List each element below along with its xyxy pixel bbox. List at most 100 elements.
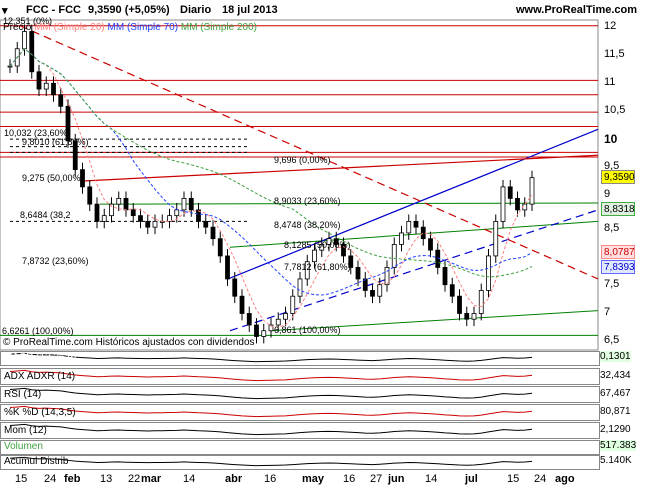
chart-window: ▾ FCC - FCC 9,3590 (+5,05%) Diario 18 ju… bbox=[0, 0, 650, 490]
macd-value: 0,1301 bbox=[600, 351, 631, 362]
candle-body bbox=[464, 313, 470, 320]
candle-body bbox=[515, 197, 520, 211]
x-tick: 16 bbox=[343, 473, 356, 485]
y-tick: 6,5 bbox=[604, 334, 620, 346]
candle-body bbox=[413, 221, 419, 228]
candle-body bbox=[312, 249, 317, 263]
x-tick: ago bbox=[555, 473, 575, 485]
candle-body bbox=[370, 290, 375, 297]
candle-body bbox=[290, 295, 296, 314]
adx-panel: ADX ADXR (14) bbox=[0, 368, 600, 385]
x-tick: jul bbox=[465, 473, 478, 485]
candle-body bbox=[283, 313, 288, 320]
candle-body bbox=[261, 330, 267, 337]
macd-panel: MACD (12,26,9) bbox=[0, 351, 600, 366]
candle-body bbox=[51, 82, 56, 96]
candle-body bbox=[116, 197, 122, 205]
candle-body bbox=[130, 209, 136, 217]
x-tick: 13 bbox=[100, 473, 113, 485]
stoch-panel: %K %D (14,3,5) bbox=[0, 404, 600, 421]
fibo-label: 7,7812 (61,80%) bbox=[284, 262, 351, 272]
x-tick: 14 bbox=[425, 473, 438, 485]
x-tick: may bbox=[302, 473, 325, 485]
candle-body bbox=[377, 284, 383, 297]
candle-body bbox=[246, 313, 252, 326]
candle-body bbox=[101, 215, 107, 222]
candle-body bbox=[174, 209, 180, 217]
rsi-label: RSI (14) bbox=[4, 389, 42, 400]
x-tick: 22 bbox=[128, 473, 141, 485]
fibo-label: 8,9033 (23,60%) bbox=[274, 196, 341, 206]
rsi-value: 67,467 bbox=[600, 388, 631, 399]
candle-body bbox=[406, 221, 412, 234]
candle-body bbox=[297, 278, 303, 297]
candle-body bbox=[239, 295, 245, 314]
mom-panel: Mom (12) bbox=[0, 422, 600, 439]
candle-body bbox=[188, 197, 194, 211]
x-tick: 15 bbox=[507, 473, 520, 485]
candle-body bbox=[145, 221, 151, 228]
volume-panel: Volumen bbox=[0, 440, 600, 455]
candle-body bbox=[29, 31, 35, 73]
x-tick: mar bbox=[141, 473, 162, 485]
stoch-label: %K %D (14,3,5) bbox=[4, 407, 76, 418]
x-tick: 24 bbox=[534, 473, 547, 485]
adx-value: 32,434 bbox=[600, 370, 631, 381]
fibo-label: 12,351 (0%) bbox=[3, 16, 53, 26]
candle-body bbox=[7, 65, 13, 68]
rsi-panel: RSI (14) bbox=[0, 386, 600, 403]
candle-body bbox=[428, 238, 433, 251]
candle-body bbox=[457, 295, 462, 314]
stoch-value: 80,871 bbox=[600, 406, 631, 417]
candle-body bbox=[529, 177, 535, 205]
legend-ma200: MM (Simple 200) bbox=[180, 22, 257, 33]
fibo-label: 9,275 (50,00%) bbox=[22, 173, 84, 183]
candle-body bbox=[471, 313, 477, 320]
candle-body bbox=[210, 226, 216, 240]
candle-body bbox=[87, 186, 93, 205]
candle-body bbox=[420, 226, 426, 240]
volume-value: 517.383 bbox=[600, 440, 637, 451]
mom-value: 2,1290 bbox=[600, 424, 631, 435]
x-tick: 15 bbox=[15, 473, 28, 485]
fibo-label: 8,6484 (38,2 bbox=[20, 210, 71, 220]
volume-label: Volumen bbox=[4, 441, 43, 452]
candle-body bbox=[181, 197, 187, 211]
candle-body bbox=[36, 71, 42, 90]
fibo-label: 8,1285 (50,00%) bbox=[284, 240, 351, 250]
ad-panel: Acumul Distrib bbox=[0, 455, 600, 470]
x-tick: jun bbox=[388, 473, 405, 485]
candle-body bbox=[203, 221, 209, 228]
candle-body bbox=[123, 197, 129, 211]
candle-body bbox=[486, 255, 491, 291]
candle-body bbox=[217, 238, 223, 257]
candle-body bbox=[138, 215, 143, 222]
y-tick: 9 bbox=[604, 188, 611, 200]
macd-label: MACD (12,26,9) bbox=[4, 352, 77, 363]
candle-body bbox=[449, 284, 455, 297]
ma200-price-tag: 8,8318 bbox=[601, 202, 635, 216]
x-tick: abr bbox=[225, 473, 243, 485]
candle-body bbox=[522, 203, 528, 211]
fibo-label: 8,4748 (38,20%) bbox=[274, 220, 341, 230]
y-tick: 7,5 bbox=[604, 278, 620, 290]
x-tick: 14 bbox=[183, 473, 196, 485]
adx-label: ADX ADXR (14) bbox=[4, 371, 76, 382]
candle-body bbox=[254, 324, 259, 337]
y-tick: 11 bbox=[604, 76, 616, 88]
x-tick: 16 bbox=[264, 473, 277, 485]
fibo-label: 9,696 (0,00%) bbox=[274, 155, 331, 165]
candle-body bbox=[225, 255, 230, 280]
candle-body bbox=[152, 221, 158, 228]
ad-value: 5.140K bbox=[600, 455, 632, 466]
ma20-price-tag: 8,0787 bbox=[601, 245, 635, 259]
candle-body bbox=[355, 267, 361, 280]
y-tick: 8,5 bbox=[604, 222, 620, 234]
y-tick: 10,5 bbox=[604, 104, 626, 116]
fibo-label: 7,8732 (23,60%) bbox=[22, 256, 89, 266]
ad-label: Acumul Distrib bbox=[4, 456, 69, 467]
candle-body bbox=[43, 82, 49, 90]
x-tick: 27 bbox=[370, 473, 383, 485]
y-tick: 10 bbox=[604, 132, 618, 146]
fibo-label: 9,8010 (61,80%) bbox=[22, 137, 89, 147]
